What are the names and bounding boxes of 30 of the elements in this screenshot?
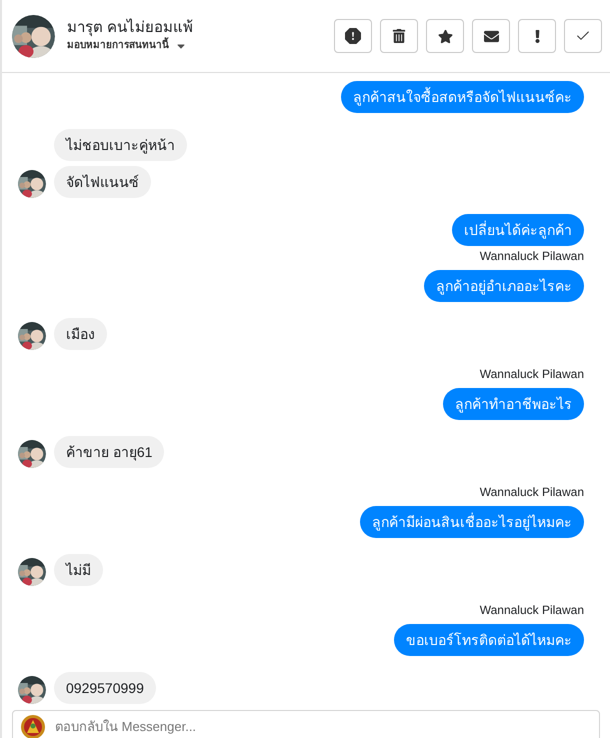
mail-button[interactable] xyxy=(472,19,510,53)
sender-name: Wannaluck Pilawan xyxy=(480,366,584,382)
received-message: จัดไฟแนนซ์ xyxy=(54,166,151,198)
sender-name: Wannaluck Pilawan xyxy=(480,602,584,618)
spam-button[interactable] xyxy=(334,19,372,53)
delete-button[interactable] xyxy=(380,19,418,53)
logo-icon xyxy=(21,715,45,738)
received-message: เมือง xyxy=(54,318,107,350)
assign-dropdown[interactable]: มอบหมายการสนทนานี้ xyxy=(67,38,194,54)
envelope-icon xyxy=(484,28,498,44)
contact-name: มารุต คนไม่ยอมแพ้ xyxy=(67,18,194,36)
sent-message: ลูกค้ามีผ่อนสินเชื่ออะไรอยู่ไหมคะ xyxy=(360,506,584,538)
received-message: ไม่ชอบเบาะคู่หน้า xyxy=(54,129,187,161)
alert-octagon-icon xyxy=(345,28,361,44)
reply-input[interactable]: ตอบกลับใน Messenger... xyxy=(55,717,591,737)
received-message: ไม่มี xyxy=(54,554,103,586)
received-message: ค้าขาย อายุ61 xyxy=(54,436,164,468)
sent-message: ลูกค้าทำอาชีพอะไร xyxy=(443,388,584,420)
sent-message: ลูกค้าอยู่อำเภออะไรคะ xyxy=(424,270,584,302)
sent-message: เปลี่ยนได้ค่ะลูกค้า xyxy=(452,214,584,246)
sender-name: Wannaluck Pilawan xyxy=(480,248,584,264)
trash-icon xyxy=(392,29,406,43)
star-icon xyxy=(438,28,452,44)
reply-field[interactable]: ตอบกลับใน Messenger... xyxy=(12,710,600,738)
sender-name: Wannaluck Pilawan xyxy=(480,484,584,500)
received-message: 0929570999 xyxy=(54,672,156,704)
sent-message: ขอเบอร์โทรติดต่อได้ไหมคะ xyxy=(394,624,584,656)
star-button[interactable] xyxy=(426,19,464,53)
important-button[interactable] xyxy=(518,19,556,53)
sent-message: ลูกค้าสนใจซื้อสดหรือจัดไฟแนนซ์คะ xyxy=(341,81,584,113)
